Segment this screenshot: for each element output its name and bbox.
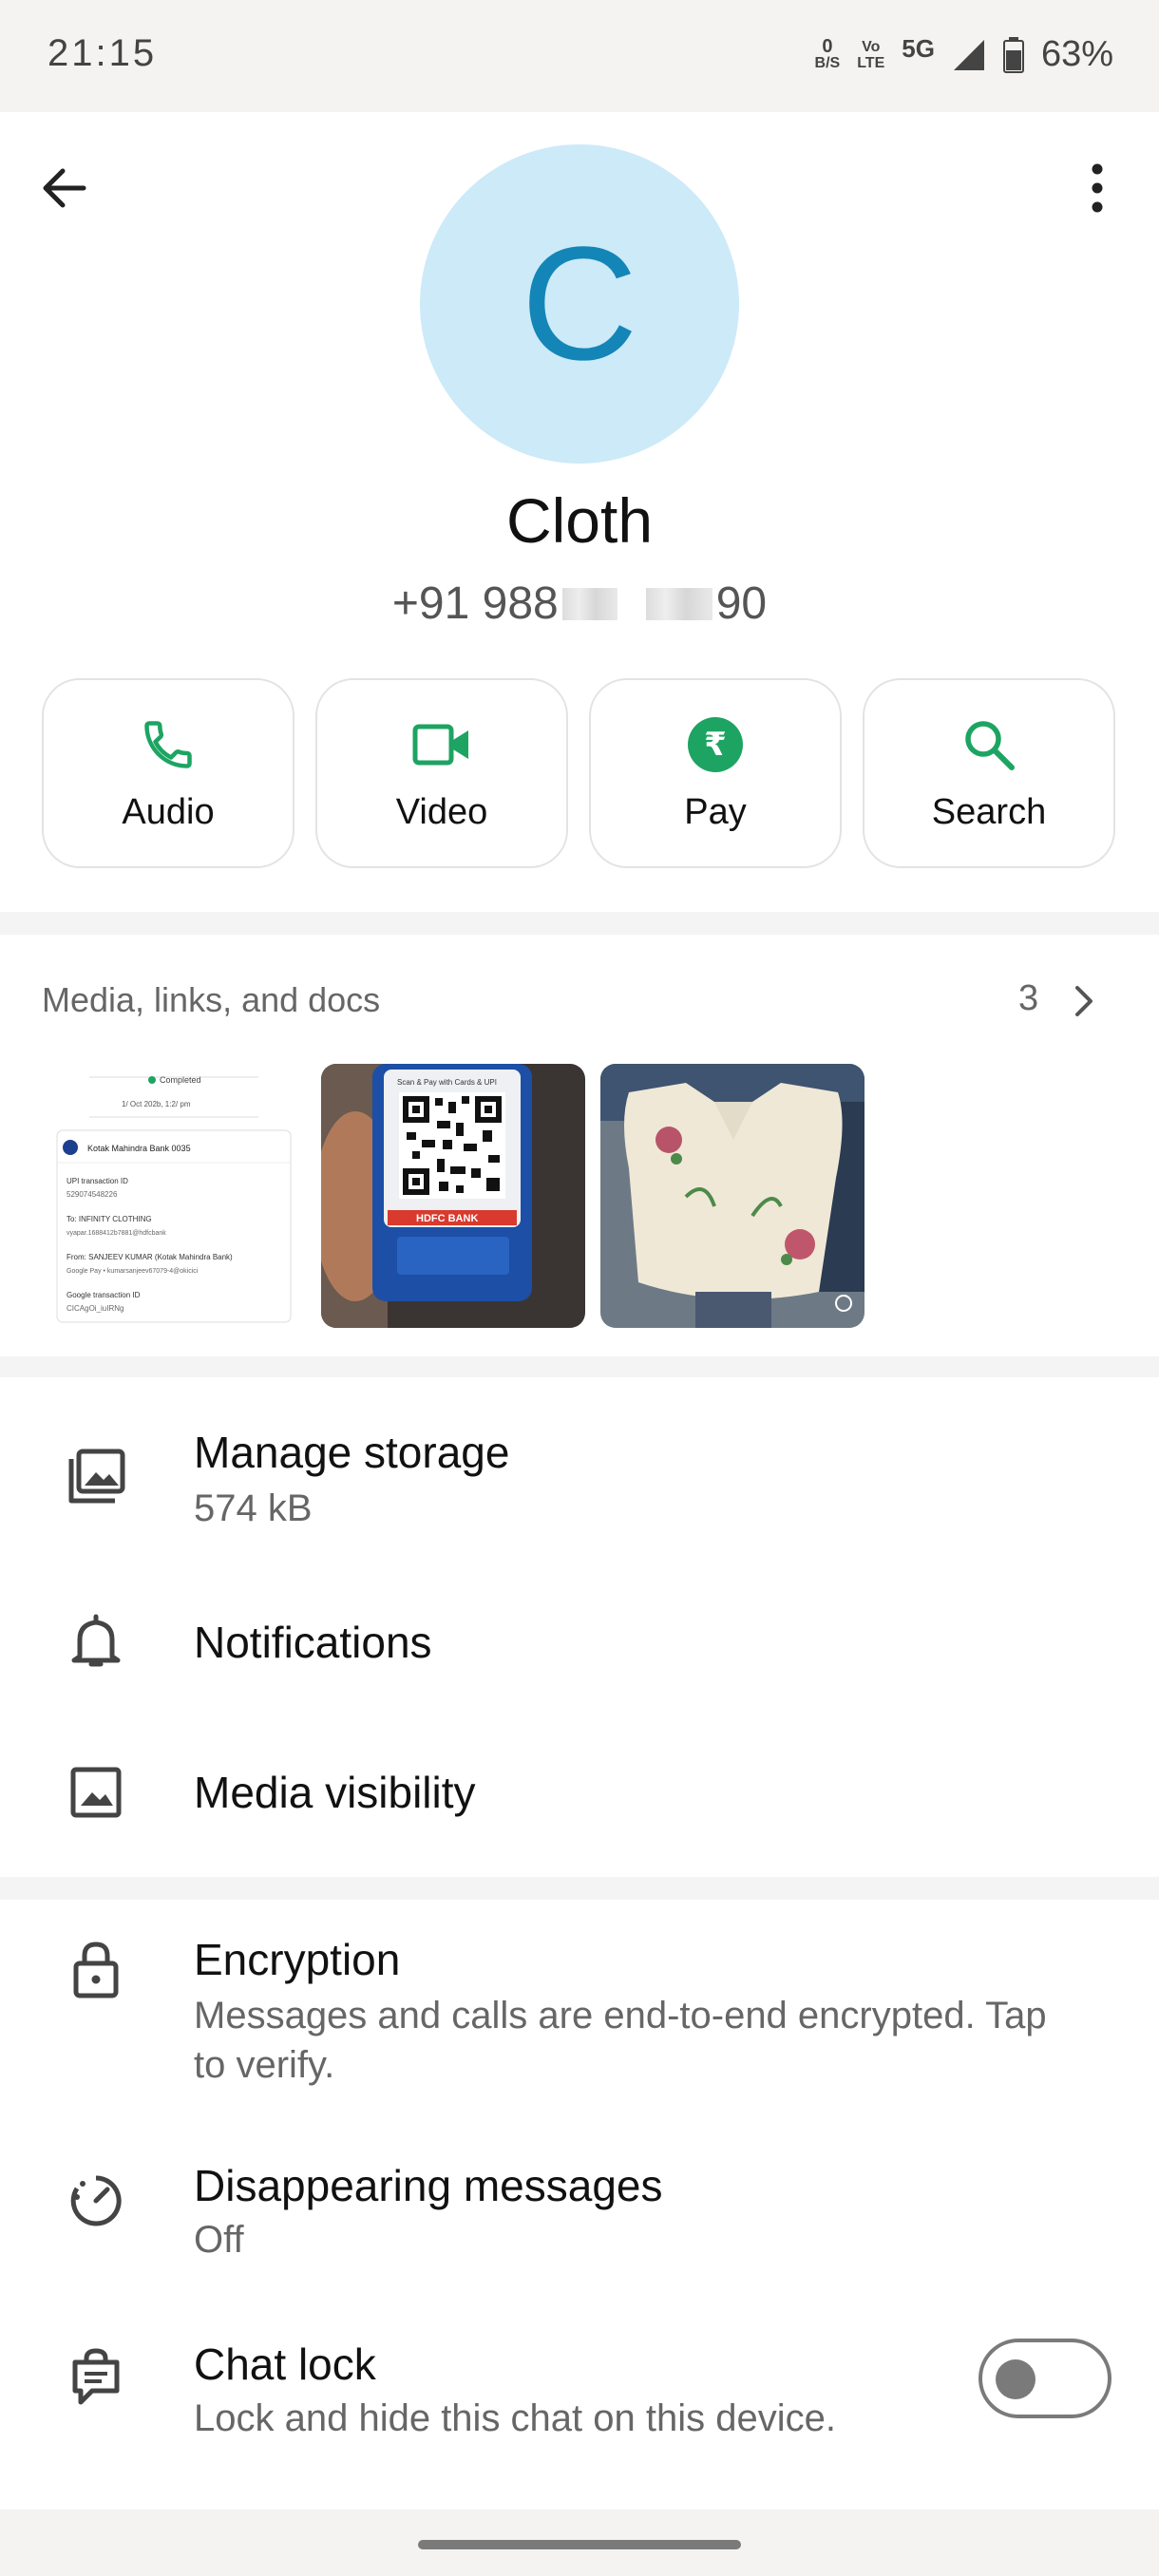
encryption-description: Messages and calls are end-to-end encryp…	[194, 1995, 1047, 2086]
phone-prefix: +91 988	[391, 578, 559, 629]
rupee-symbol: ₹	[688, 716, 743, 772]
signal-icon	[953, 39, 984, 70]
status-bar: 21:15 0 B/S Vo LTE 5G 63%	[0, 0, 1159, 112]
notifications-title: Notifications	[194, 1618, 432, 1667]
battery-icon	[1002, 36, 1024, 73]
qr-stand-image: Scan & Pay with Cards & UPI HDFC BANK	[321, 1064, 585, 1328]
manage-storage-size: 574 kB	[194, 1487, 313, 1529]
chat-lock-title: Chat lock	[194, 2339, 376, 2389]
receipt-gtxn-label: Google transaction ID	[66, 1291, 141, 1299]
pay-button[interactable]: ₹ Pay	[589, 678, 842, 868]
audio-label: Audio	[122, 791, 215, 832]
phone-redacted-block	[561, 587, 618, 620]
net-speed-value: 0	[822, 35, 833, 57]
contact-name: Cloth	[505, 485, 654, 556]
lock-icon	[63, 1936, 129, 2002]
search-label: Search	[931, 791, 1047, 832]
contact-header: C Cloth +91 988 90 Audio Video ₹ Pay Sea…	[0, 112, 1159, 912]
receipt-image: Completed 1/ Oct 202b, 1:2/ pm Kotak Mah…	[42, 1064, 306, 1328]
status-time: 21:15	[48, 32, 158, 74]
encryption-title: Encryption	[194, 1935, 401, 1984]
volte-bottom: LTE	[857, 54, 885, 71]
receipt-gtxn-id: CICAgOi_iuIRNg	[66, 1304, 124, 1313]
media-count: 3	[1018, 978, 1039, 1018]
disappearing-status: Off	[194, 2219, 244, 2261]
contact-avatar[interactable]: C	[420, 144, 739, 464]
media-thumb-receipt[interactable]: Completed 1/ Oct 202b, 1:2/ pm Kotak Mah…	[42, 1064, 306, 1328]
media-section[interactable]: Media, links, and docs 3 Completed 1/ Oc…	[0, 935, 1159, 1356]
contact-phone: +91 988 90	[0, 578, 1159, 630]
phone-suffix: 90	[715, 578, 768, 629]
privacy-section: Encryption Messages and calls are end-to…	[0, 1900, 1159, 2510]
phone-icon	[138, 714, 199, 775]
receipt-from-id: Google Pay • kumarsanjeev67079-4@okicici	[66, 1268, 199, 1275]
encryption-row[interactable]: Encryption Messages and calls are end-to…	[0, 1900, 1159, 2118]
phone-redacted-block	[645, 587, 712, 620]
search-icon	[959, 714, 1019, 775]
receipt-bank: Kotak Mahindra Bank 0035	[87, 1144, 191, 1153]
media-thumb-qr[interactable]: Scan & Pay with Cards & UPI HDFC BANK	[321, 1064, 585, 1328]
home-gesture-handle[interactable]	[418, 2540, 741, 2549]
sweater-photo-image	[600, 1064, 864, 1328]
net-speed-unit: B/S	[814, 54, 841, 71]
storage-icon	[63, 1444, 129, 1510]
storage-notifications-section: Manage storage 574 kB Notifications Medi…	[0, 1377, 1159, 1877]
media-title: Media, links, and docs	[42, 980, 381, 1019]
manage-storage-title: Manage storage	[194, 1428, 510, 1477]
audio-call-button[interactable]: Audio	[42, 678, 294, 868]
status-icons: 0 B/S Vo LTE 5G 63%	[815, 34, 1113, 75]
volte-indicator: Vo LTE	[857, 39, 884, 71]
chat-lock-description: Lock and hide this chat on this device.	[194, 2397, 836, 2439]
media-thumb-sweater[interactable]	[600, 1064, 864, 1328]
search-button[interactable]: Search	[863, 678, 1115, 868]
back-arrow-icon[interactable]	[36, 160, 93, 217]
image-icon	[63, 1759, 129, 1826]
bell-icon	[63, 1609, 129, 1676]
video-call-button[interactable]: Video	[315, 678, 568, 868]
receipt-to: To: INFINITY CLOTHING	[66, 1215, 152, 1223]
qr-bank-text: HDFC BANK	[416, 1213, 478, 1224]
notifications-row[interactable]: Notifications	[0, 1567, 1159, 1719]
battery-percent: 63%	[1040, 34, 1113, 74]
receipt-date: 1/ Oct 202b, 1:2/ pm	[122, 1100, 191, 1108]
volte-top: Vo	[862, 38, 881, 55]
disappearing-title: Disappearing messages	[194, 2161, 663, 2210]
chevron-right-icon[interactable]	[1066, 982, 1104, 1020]
receipt-from: From: SANJEEV KUMAR (Kotak Mahindra Bank…	[66, 1253, 233, 1261]
receipt-to-id: vyapar.1688412b7881@hdfcbank	[66, 1230, 166, 1237]
receipt-status: Completed	[160, 1075, 201, 1085]
qr-top-text: Scan & Pay with Cards & UPI	[397, 1078, 497, 1087]
chat-lock-toggle[interactable]	[978, 2339, 1112, 2418]
network-type: 5G	[902, 34, 935, 63]
pay-label: Pay	[684, 791, 747, 832]
more-options-icon[interactable]	[1074, 160, 1121, 217]
net-speed-indicator: 0 B/S	[814, 35, 841, 71]
rupee-icon: ₹	[685, 714, 746, 775]
timer-icon	[63, 2168, 129, 2234]
receipt-upi-id: 529074548226	[66, 1190, 118, 1199]
video-label: Video	[395, 791, 488, 832]
toggle-knob	[996, 2359, 1036, 2399]
media-visibility-title: Media visibility	[194, 1768, 476, 1817]
video-icon	[411, 714, 472, 775]
manage-storage-row[interactable]: Manage storage 574 kB	[0, 1377, 1159, 1567]
disappearing-messages-row[interactable]: Disappearing messages Off	[0, 2118, 1159, 2299]
media-visibility-row[interactable]: Media visibility	[0, 1719, 1159, 1877]
action-buttons: Audio Video ₹ Pay Search	[42, 678, 1117, 868]
receipt-upi-label: UPI transaction ID	[66, 1177, 128, 1185]
chat-lock-icon	[63, 2344, 129, 2411]
